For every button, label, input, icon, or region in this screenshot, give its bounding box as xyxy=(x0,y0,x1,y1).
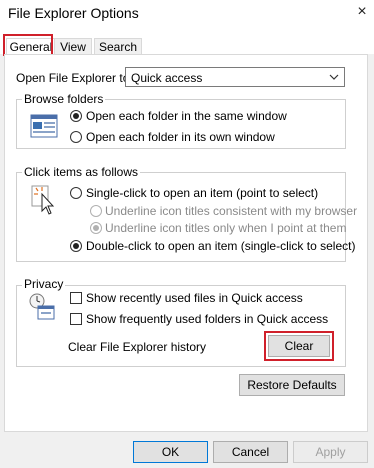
double-click-label: Double-click to open an item (single-cli… xyxy=(86,239,356,253)
restore-defaults-button[interactable]: Restore Defaults xyxy=(239,374,345,396)
radio-same-window[interactable] xyxy=(70,110,82,122)
radio-single-click[interactable] xyxy=(70,187,82,199)
tab-highlight-box xyxy=(3,34,53,56)
radio-double-click[interactable] xyxy=(70,240,82,252)
apply-button[interactable]: Apply xyxy=(293,441,368,463)
same-window-label: Open each folder in the same window xyxy=(86,109,287,123)
privacy-legend: Privacy xyxy=(22,277,66,291)
open-explorer-label: Open File Explorer to: xyxy=(16,71,133,85)
open-explorer-select[interactable]: Quick access xyxy=(125,67,345,87)
show-frequent-folders-checkbox[interactable] xyxy=(70,313,82,325)
show-frequent-folders-label: Show frequently used folders in Quick ac… xyxy=(86,312,329,326)
click-items-legend: Click items as follows xyxy=(22,165,141,179)
window-title: File Explorer Options xyxy=(8,5,139,21)
ok-button[interactable]: OK xyxy=(133,441,208,463)
show-recent-files-checkbox[interactable] xyxy=(70,292,82,304)
browse-folders-legend: Browse folders xyxy=(22,92,106,106)
tab-view[interactable]: View xyxy=(54,38,92,55)
underline-browser-label: Underline icon titles consistent with my… xyxy=(105,204,358,218)
clear-history-label: Clear File Explorer history xyxy=(68,340,207,354)
single-click-label: Single-click to open an item (point to s… xyxy=(86,186,319,200)
radio-own-window[interactable] xyxy=(70,131,82,143)
underline-point-label: Underline icon titles only when I point … xyxy=(105,221,347,235)
cancel-button[interactable]: Cancel xyxy=(213,441,288,463)
own-window-label: Open each folder in its own window xyxy=(86,130,275,144)
pointer-click-icon xyxy=(31,185,55,215)
radio-underline-point[interactable] xyxy=(90,222,102,234)
open-explorer-value: Quick access xyxy=(131,71,203,85)
close-icon[interactable]: × xyxy=(352,2,372,22)
chevron-down-icon xyxy=(329,74,339,80)
window-icon xyxy=(30,114,58,138)
tab-search[interactable]: Search xyxy=(94,38,142,55)
privacy-icon xyxy=(29,293,55,320)
show-recent-files-label: Show recently used files in Quick access xyxy=(86,291,303,305)
clear-history-button[interactable]: Clear xyxy=(268,335,330,357)
radio-underline-browser[interactable] xyxy=(90,205,102,217)
